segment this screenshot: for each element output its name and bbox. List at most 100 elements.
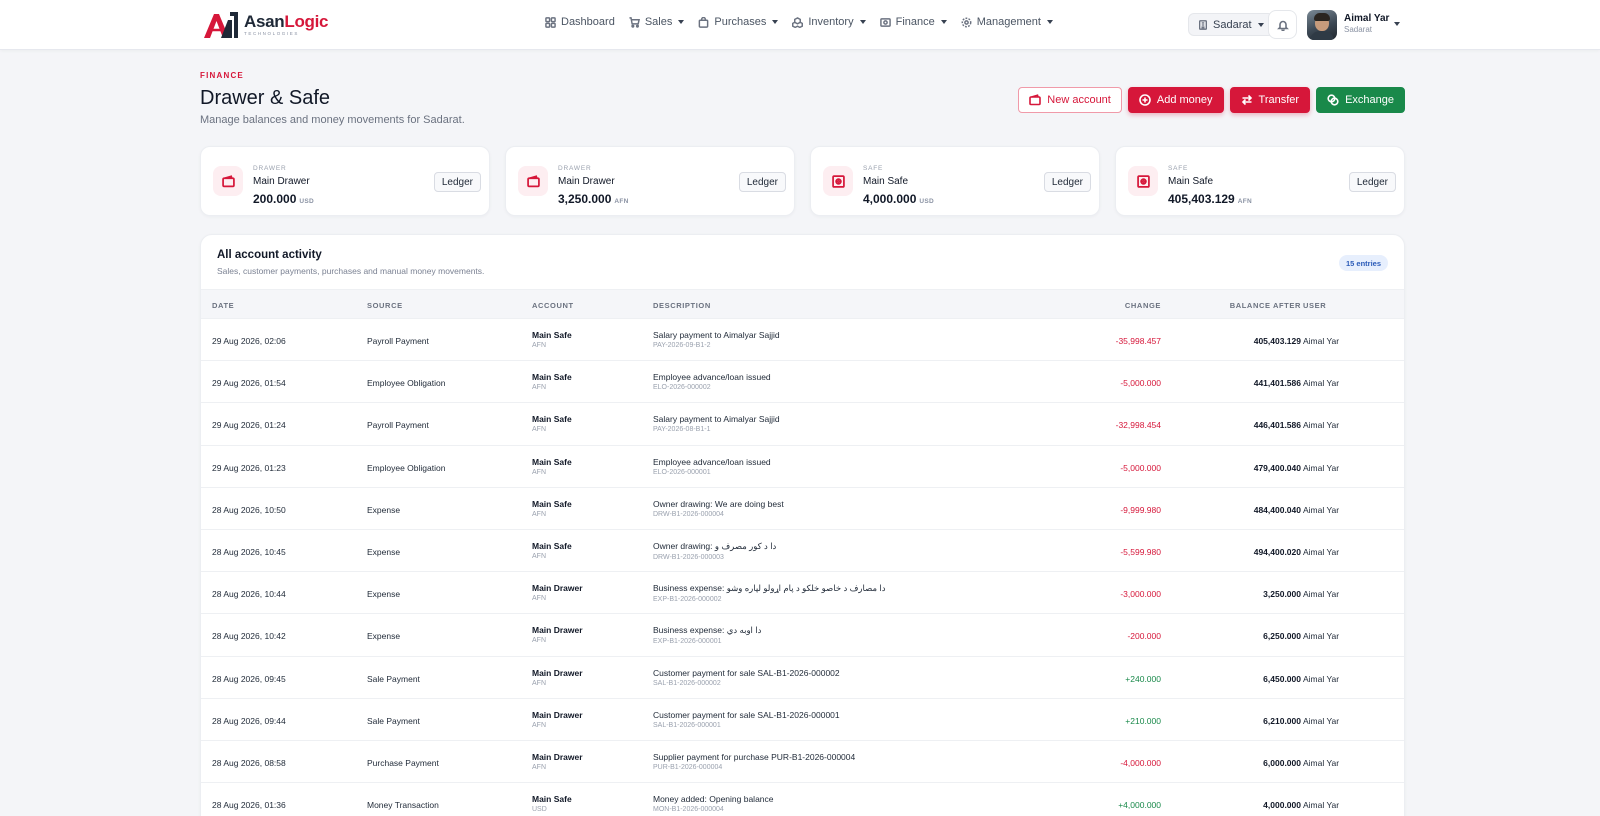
row-account: Main Drawer AFN (532, 668, 583, 687)
account-currency: AFN (1237, 198, 1252, 205)
row-account-name: Main Safe (532, 498, 572, 509)
ledger-button[interactable]: Ledger (1348, 172, 1396, 192)
table-row[interactable]: 28 Aug 2026, 08:58 Purchase Payment Main D… (201, 741, 1404, 784)
row-reference[interactable]: EXP-B1-2026-000001 (653, 638, 761, 645)
table-row[interactable]: 28 Aug 2026, 10:42 Expense Main Drawer AFN B… (201, 614, 1404, 657)
row-reference[interactable]: SAL-B1-2026-000001 (653, 722, 840, 729)
account-name: Main Drawer (253, 176, 310, 187)
table-row[interactable]: 28 Aug 2026, 09:44 Sale Payment Main Drawe… (201, 699, 1404, 741)
user-branch: Sadarat (1344, 24, 1373, 34)
row-balance-after: 446,401.586 (1253, 420, 1301, 431)
money-icon (879, 17, 891, 27)
chevron-down-icon (772, 20, 779, 24)
wallet-icon (526, 174, 540, 187)
row-balance-after: 405,403.129 (1253, 336, 1301, 346)
row-description: Salary payment to Aimalyar Sajjid PAY-202… (653, 330, 780, 349)
row-description: Supplier payment for purchase PUR-B1-202… (653, 752, 855, 771)
ledger-button[interactable]: Ledger (1043, 172, 1091, 192)
main-nav: Dashboard Sales Purchases Inventory Fina… (545, 16, 1053, 28)
row-reference[interactable]: PUR-B1-2026-000004 (653, 764, 855, 771)
row-change: -35,998.457 (1115, 336, 1161, 346)
row-date: 28 Aug 2026, 10:42 (212, 631, 286, 642)
user-menu[interactable]: Aimal Yar Sadarat (1344, 13, 1389, 34)
account-name: Main Drawer (558, 176, 615, 187)
branch-selector[interactable]: Sadarat (1188, 13, 1274, 36)
new-account-button[interactable]: New account (1018, 87, 1122, 113)
table-row[interactable]: 28 Aug 2026, 01:36 Money Transaction Main … (201, 783, 1404, 816)
nav-purchases[interactable]: Purchases (698, 16, 779, 28)
row-balance-after: 441,401.586 (1253, 378, 1301, 389)
chevron-down-icon (1046, 20, 1053, 24)
table-row[interactable]: 29 Aug 2026, 01:54 Employee Obligation Mai… (201, 361, 1404, 404)
row-description-text: Employee advance/loan issued (653, 456, 771, 467)
table-row[interactable]: 28 Aug 2026, 10:50 Expense Main Safe AFN Own… (201, 488, 1404, 530)
row-account-currency: AFN (532, 384, 546, 392)
avatar[interactable] (1307, 10, 1337, 40)
wallet-icon (221, 174, 235, 187)
row-reference[interactable]: SAL-B1-2026-000002 (653, 680, 840, 687)
row-account-currency: AFN (532, 679, 546, 687)
row-change: +240.000 (1125, 673, 1161, 684)
transfer-button[interactable]: Transfer (1229, 87, 1311, 113)
nav-dashboard[interactable]: Dashboard (545, 16, 615, 28)
table-row[interactable]: 28 Aug 2026, 10:45 Expense Main Safe AFN Own… (201, 530, 1404, 573)
row-balance-after: 484,400.040 (1253, 504, 1301, 515)
row-reference[interactable]: MON-B1-2026-000004 (653, 806, 774, 813)
row-date: 29 Aug 2026, 02:06 (212, 336, 286, 346)
row-reference[interactable]: ELO-2026-000001 (653, 469, 771, 476)
exchange-button[interactable]: Exchange (1316, 87, 1405, 113)
nav-inventory[interactable]: Inventory (792, 16, 866, 28)
logo-mark-icon (204, 12, 238, 38)
account-currency: USD (919, 198, 935, 205)
row-change: -5,000.000 (1120, 462, 1161, 473)
column-header-account: ACCOUNT (532, 301, 574, 310)
nav-finance[interactable]: Finance (879, 16, 947, 28)
row-user: Aimal Yar (1303, 336, 1340, 346)
row-description: Owner drawing: We are doing best DRW-B1-2… (653, 499, 784, 518)
row-reference[interactable]: PAY-2026-09-B1-2 (653, 342, 780, 349)
row-reference[interactable]: DRW-B1-2026-000004 (653, 511, 784, 518)
row-account-name: Main Drawer (532, 667, 583, 678)
ledger-button[interactable]: Ledger (738, 172, 786, 192)
account-type: DRAWER (558, 165, 592, 172)
row-description-text: Employee advance/loan issued (653, 372, 771, 383)
row-change: -4,000.000 (1120, 757, 1161, 768)
account-name: Main Safe (863, 176, 909, 187)
row-reference[interactable]: PAY-2026-08-B1-1 (653, 426, 780, 433)
row-account-currency: AFN (532, 637, 546, 645)
row-account-name: Main Drawer (532, 583, 583, 594)
row-description: Business expense: دا مصارف د خاصو خلکو د… (653, 583, 886, 603)
row-reference[interactable]: ELO-2026-000002 (653, 384, 771, 391)
column-header-description: DESCRIPTION (653, 301, 711, 310)
row-reference[interactable]: DRW-B1-2026-000003 (653, 554, 776, 561)
arrows-swap-icon (1241, 94, 1252, 106)
row-change: -200.000 (1127, 631, 1161, 642)
row-description-text: Salary payment to Aimalyar Sajjid (653, 330, 780, 340)
table-row[interactable]: 29 Aug 2026, 02:06 Payroll Payment Main Sa… (201, 319, 1404, 362)
row-account: Main Safe AFN (532, 414, 572, 433)
table-row[interactable]: 28 Aug 2026, 09:45 Sale Payment Main Drawe… (201, 657, 1404, 699)
row-user: Aimal Yar (1303, 462, 1340, 473)
row-account-currency: AFN (532, 468, 546, 476)
wallet-icon (1029, 94, 1042, 106)
nav-sales[interactable]: Sales (629, 16, 685, 28)
row-user: Aimal Yar (1303, 378, 1340, 389)
row-account: Main Safe USD (532, 794, 572, 813)
ledger-button[interactable]: Ledger (433, 172, 481, 192)
column-header-user: USER (1303, 301, 1327, 310)
table-row[interactable]: 28 Aug 2026, 10:44 Expense Main Drawer AFN B… (201, 572, 1404, 615)
row-description: Owner drawing: دا د کور مصرف و DRW-B1-202… (653, 541, 776, 561)
row-source: Sale Payment (367, 673, 420, 684)
row-description-text: Business expense: دا مصارف د خاصو خلکو د… (653, 583, 886, 594)
column-header-balance-after: BALANCE AFTER (1229, 301, 1301, 310)
table-row[interactable]: 29 Aug 2026, 01:24 Payroll Payment Main Sa… (201, 403, 1404, 446)
add-money-button[interactable]: Add money (1127, 87, 1224, 113)
brand-logo[interactable]: AsanLogic TECHNOLOGIES (202, 10, 329, 40)
row-user: Aimal Yar (1303, 800, 1340, 811)
row-description-text: Owner drawing: We are doing best (653, 498, 784, 509)
nav-management[interactable]: Management (961, 16, 1053, 28)
notifications-button[interactable] (1268, 10, 1297, 39)
user-menu-chevron-icon[interactable] (1394, 22, 1400, 26)
row-reference[interactable]: EXP-B1-2026-000002 (653, 596, 886, 603)
table-row[interactable]: 29 Aug 2026, 01:23 Employee Obligation Mai… (201, 446, 1404, 488)
